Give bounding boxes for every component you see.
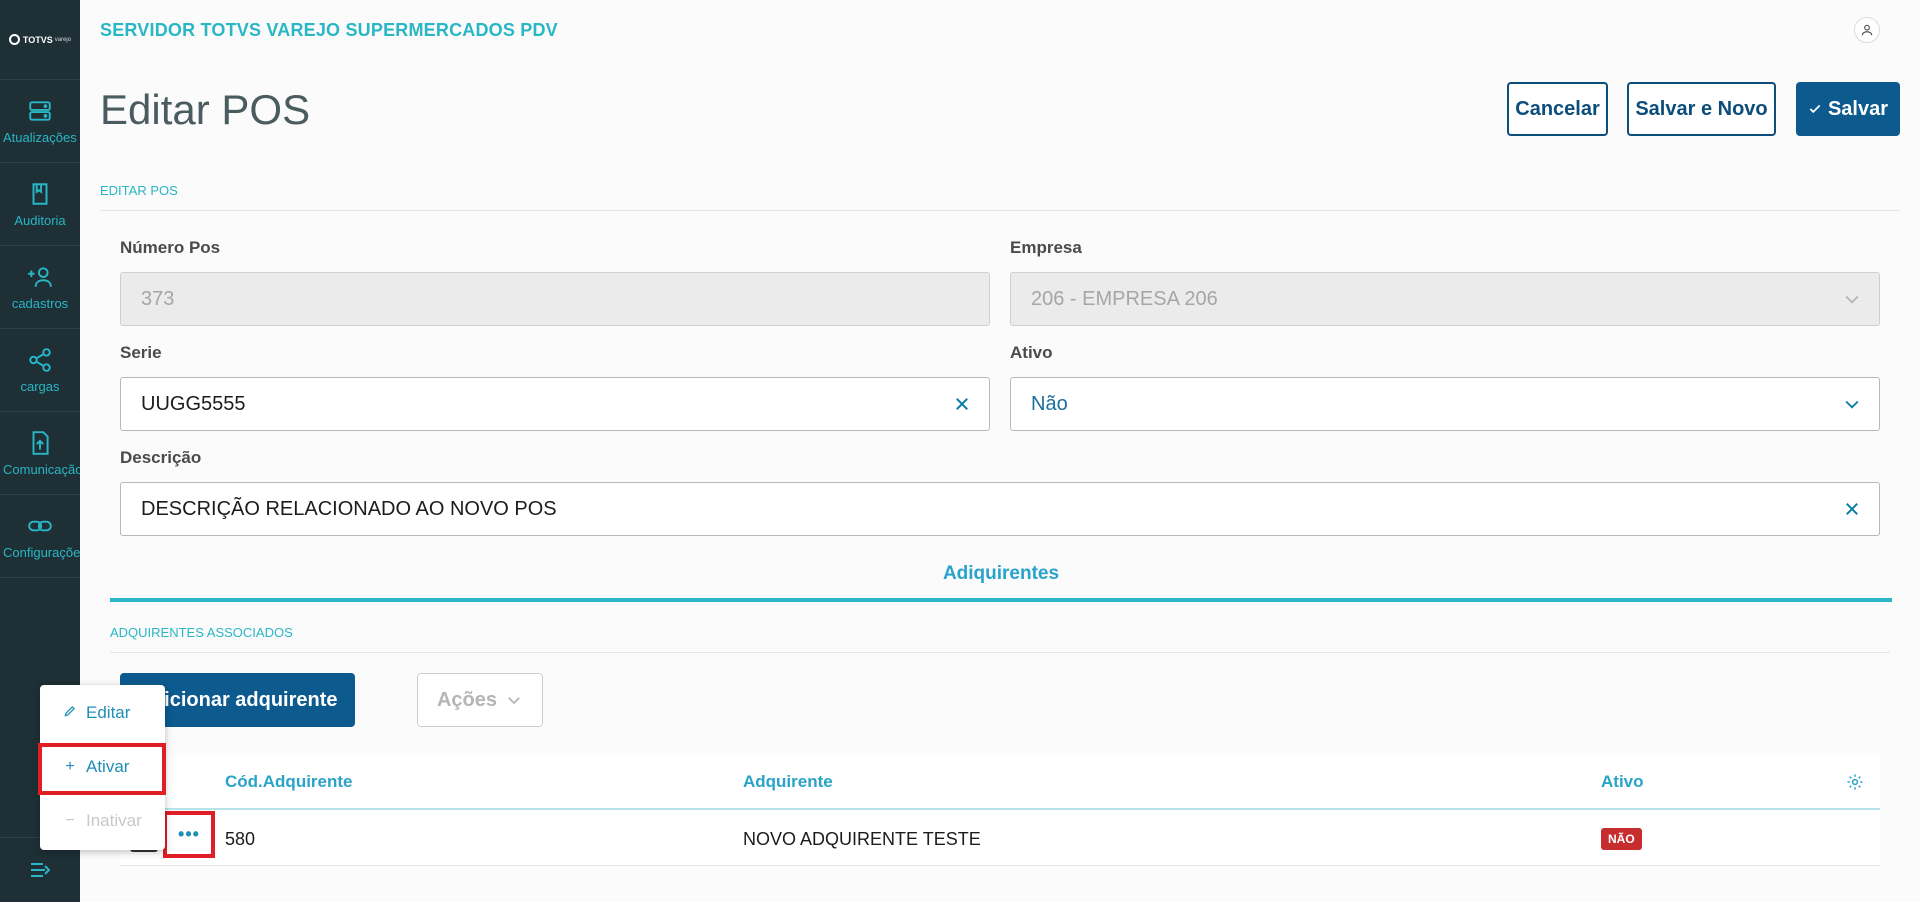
column-header-codigo[interactable]: Cód.Adquirente	[225, 772, 353, 792]
tab-adiquirentes[interactable]: Adiquirentes	[110, 563, 1892, 585]
menu-item-label: Editar	[86, 703, 131, 722]
menu-collapse-icon	[31, 863, 51, 877]
sidebar-item-label: cadastros	[11, 295, 69, 311]
actions-button[interactable]: Ações	[417, 673, 543, 727]
tab-active-indicator	[110, 598, 1892, 602]
app-title: SERVIDOR TOTVS VAREJO SUPERMERCADOS PDV	[100, 20, 558, 40]
logo-sub: varejo	[54, 36, 72, 43]
save-button[interactable]: Salvar	[1796, 82, 1900, 136]
descricao-label: Descrição	[120, 448, 202, 467]
sidebar-item-label: cargas	[20, 378, 60, 394]
avatar[interactable]	[1854, 17, 1880, 43]
menu-item-label: Inativar	[86, 811, 142, 830]
cell-adquirente: NOVO ADQUIRENTE TESTE	[743, 829, 981, 849]
menu-item-editar[interactable]: Editar	[40, 687, 165, 739]
sidebar-item-comunicacao[interactable]: Comunicação	[0, 412, 80, 495]
sidebar-item-label: Atualizações	[3, 129, 77, 145]
empresa-value: 206 - EMPRESA 206	[1031, 287, 1218, 310]
sidebar-item-cadastros[interactable]: cadastros	[0, 246, 80, 329]
serie-label: Serie	[120, 343, 162, 362]
numero-pos-value: 373	[141, 287, 175, 310]
logo-brand: TOTVS	[22, 34, 53, 45]
sidebar-item-label: Auditoria	[14, 212, 66, 228]
totvs-logo: TOTVS varejo	[0, 0, 80, 80]
page-title: Editar POS	[100, 86, 311, 133]
serie-field[interactable]: UUGG5555	[120, 377, 990, 431]
menu-item-inativar: − Inativar	[40, 795, 165, 847]
book-icon	[32, 182, 48, 205]
chevron-down-icon	[1825, 272, 1879, 326]
upload-file-icon	[32, 430, 49, 455]
user-icon	[1861, 24, 1873, 36]
cancel-button[interactable]: Cancelar	[1507, 82, 1608, 136]
link-icon	[28, 520, 52, 531]
sidebar-item-label: Comunicação	[3, 461, 80, 477]
check-icon	[1809, 104, 1821, 114]
logo-ring-icon	[8, 34, 20, 45]
empresa-select: 206 - EMPRESA 206	[1010, 272, 1880, 326]
column-header-ativo[interactable]: Ativo	[1601, 772, 1644, 792]
ativo-value: Não	[1031, 392, 1068, 415]
highlight-box-more-options	[163, 811, 215, 858]
pencil-icon	[62, 704, 78, 723]
section-divider	[100, 210, 1900, 211]
column-header-adquirente[interactable]: Adquirente	[743, 772, 833, 792]
chevron-down-icon	[508, 697, 520, 705]
share-icon	[29, 347, 51, 372]
save-button-label: Salvar	[1827, 97, 1889, 120]
server-icon	[29, 100, 51, 121]
chevron-down-icon[interactable]	[1825, 377, 1879, 431]
sidebar-item-auditoria[interactable]: Auditoria	[0, 163, 80, 246]
serie-value: UUGG5555	[141, 392, 246, 415]
ativo-label: Ativo	[1010, 343, 1053, 362]
section-divider	[110, 652, 1890, 653]
section-title-adquirentes: ADQUIRENTES ASSOCIADOS	[110, 625, 293, 640]
clear-serie-icon[interactable]	[935, 377, 989, 431]
sidebar-item-configuracoes[interactable]: Configurações	[0, 495, 80, 578]
ativo-select[interactable]: Não	[1010, 377, 1880, 431]
add-user-icon	[28, 266, 52, 287]
numero-pos-label: Número Pos	[120, 238, 221, 257]
section-title-editar-pos: EDITAR POS	[100, 183, 178, 198]
cell-codigo: 580	[225, 829, 256, 849]
actions-button-label: Ações	[436, 688, 498, 711]
numero-pos-field: 373	[120, 272, 990, 326]
status-badge: NÃO	[1601, 828, 1642, 850]
sidebar-item-label: Configurações	[3, 544, 80, 560]
descricao-field[interactable]: DESCRIÇÃO RELACIONADO AO NOVO POS	[120, 482, 1880, 536]
sidebar-item-cargas[interactable]: cargas	[0, 329, 80, 412]
clear-descricao-icon[interactable]	[1825, 482, 1879, 536]
sidebar-item-atualizacoes[interactable]: Atualizações	[0, 80, 80, 163]
highlight-box-ativar	[38, 743, 166, 795]
table-settings-gear-icon[interactable]	[1846, 773, 1864, 796]
save-and-new-button[interactable]: Salvar e Novo	[1627, 82, 1776, 136]
minus-icon: −	[65, 812, 75, 829]
empresa-label: Empresa	[1010, 238, 1082, 257]
descricao-value: DESCRIÇÃO RELACIONADO AO NOVO POS	[141, 497, 557, 520]
